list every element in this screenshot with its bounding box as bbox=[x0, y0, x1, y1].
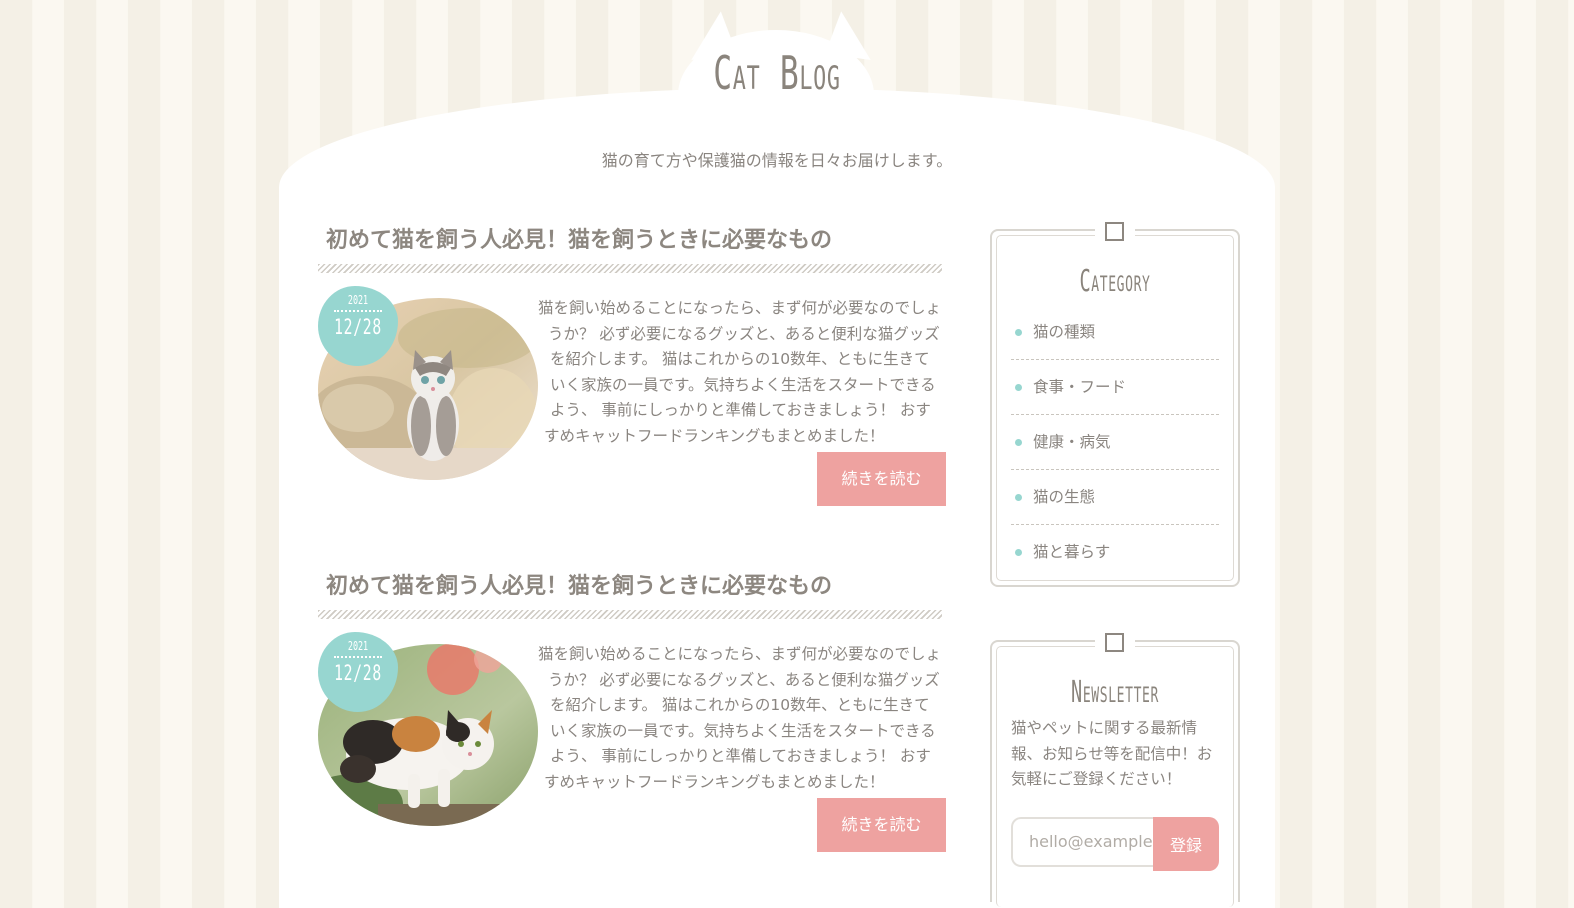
post-excerpt: 猫を飼い始めることになったら、まず何が必要なのでしょうか？ 必ず必要になるグッズ… bbox=[514, 296, 942, 449]
category-item-label: 猫と暮らす bbox=[1033, 543, 1111, 561]
date-day: 12/28 bbox=[334, 661, 382, 685]
date-year: 2021 bbox=[347, 293, 369, 307]
date-year: 2021 bbox=[347, 639, 369, 653]
post-excerpt-text: 猫を飼い始めることになったら、まず何が必要なのでしょうか？ 必ず必要になるグッズ… bbox=[538, 299, 942, 445]
category-item[interactable]: 猫の生態 bbox=[1011, 470, 1219, 525]
bullet-dot-icon bbox=[1015, 384, 1022, 391]
newsletter-description: 猫やペットに関する最新情報、お知らせ等を配信中！お気軽にご登録ください！ bbox=[1011, 719, 1213, 788]
bullet-dot-icon bbox=[1015, 549, 1022, 556]
newsletter-widget: Newsletter 猫やペットに関する最新情報、お知らせ等を配信中！お気軽にご… bbox=[990, 633, 1240, 907]
post-title[interactable]: 初めて猫を飼う人必見！猫を飼うときに必要なもの bbox=[326, 222, 832, 254]
bullet-dot-icon bbox=[1015, 439, 1022, 446]
category-item-label: 猫の種類 bbox=[1033, 323, 1096, 341]
article-card: 初めて猫を飼う人必見！猫を飼うときに必要なもの 2021 12/28 猫を飼い始… bbox=[318, 222, 950, 522]
site-tagline: 猫の育て方や保護猫の情報を日々お届けします。 bbox=[601, 151, 953, 170]
category-item[interactable]: 猫の種類 bbox=[1011, 305, 1219, 360]
category-item-label: 猫の生態 bbox=[1033, 488, 1096, 506]
category-item[interactable]: 食事・フード bbox=[1011, 360, 1219, 415]
site-title[interactable]: Cat Blog bbox=[249, 46, 1306, 100]
subscribe-button[interactable]: 登録 bbox=[1153, 816, 1219, 871]
post-excerpt-text: 猫を飼い始めることになったら、まず何が必要なのでしょうか？ 必ず必要になるグッズ… bbox=[538, 645, 942, 791]
article-card: 初めて猫を飼う人必見！猫を飼うときに必要なもの 2021 12/28 猫を飼い始… bbox=[318, 568, 950, 868]
post-title[interactable]: 初めて猫を飼う人必見！猫を飼うときに必要なもの bbox=[326, 568, 832, 600]
bullet-dot-icon bbox=[1015, 329, 1022, 336]
date-divider bbox=[334, 656, 382, 658]
category-item[interactable]: 猫と暮らす bbox=[1011, 525, 1219, 579]
widget-square-icon bbox=[1105, 222, 1124, 241]
category-item-label: 健康・病気 bbox=[1033, 433, 1111, 451]
post-excerpt: 猫を飼い始めることになったら、まず何が必要なのでしょうか？ 必ず必要になるグッズ… bbox=[514, 642, 942, 795]
category-list: 猫の種類 食事・フード 健康・病気 猫の生態 猫と暮らす bbox=[1011, 305, 1219, 579]
category-item[interactable]: 健康・病気 bbox=[1011, 415, 1219, 470]
widget-square-icon bbox=[1105, 633, 1124, 652]
newsletter-widget-frame: Newsletter 猫やペットに関する最新情報、お知らせ等を配信中！お気軽にご… bbox=[996, 633, 1234, 907]
category-widget: Category 猫の種類 食事・フード 健康・病気 猫の生態 猫と暮らす bbox=[990, 222, 1240, 587]
category-item-label: 食事・フード bbox=[1033, 378, 1127, 396]
email-field[interactable] bbox=[1011, 816, 1171, 867]
bullet-dot-icon bbox=[1015, 494, 1022, 501]
date-divider bbox=[334, 310, 382, 312]
title-divider bbox=[318, 610, 942, 619]
title-divider bbox=[318, 264, 942, 273]
category-title: Category bbox=[1079, 264, 1151, 299]
date-day: 12/28 bbox=[334, 315, 382, 339]
read-more-button[interactable]: 続きを読む bbox=[817, 452, 946, 506]
newsletter-form: 登録 bbox=[1011, 816, 1219, 871]
read-more-button[interactable]: 続きを読む bbox=[817, 798, 946, 852]
newsletter-title: Newsletter bbox=[1071, 675, 1159, 710]
category-widget-frame: Category 猫の種類 食事・フード 健康・病気 猫の生態 猫と暮らす bbox=[996, 222, 1234, 581]
